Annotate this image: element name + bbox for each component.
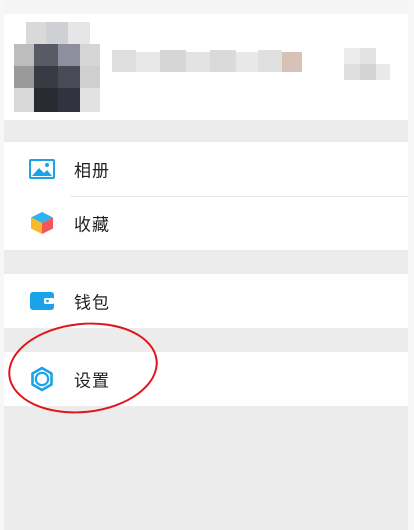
wallet-icon	[28, 287, 56, 315]
profile-qr-blurred[interactable]	[344, 48, 394, 88]
screen: 相册 收藏 钱包 设置	[0, 0, 414, 530]
cube-favorites-icon	[28, 209, 56, 237]
avatar[interactable]	[12, 22, 102, 114]
profile-card[interactable]	[4, 14, 408, 120]
top-strip	[0, 0, 414, 14]
photo-album-icon	[28, 155, 56, 183]
menu-group-wallet: 钱包	[4, 274, 408, 328]
menu-item-album[interactable]: 相册	[4, 142, 408, 196]
frame-right-edge	[408, 0, 414, 530]
menu-item-wallet[interactable]: 钱包	[4, 274, 408, 328]
menu-item-favorites[interactable]: 收藏	[4, 196, 408, 250]
menu-item-label: 相册	[74, 161, 110, 182]
profile-name-blurred	[112, 50, 342, 74]
gear-icon	[28, 365, 56, 393]
menu-item-label: 设置	[74, 371, 110, 392]
menu-group-settings: 设置	[4, 352, 408, 406]
menu-item-label: 收藏	[74, 215, 110, 236]
menu-item-label: 钱包	[74, 293, 110, 314]
menu-group-album-favorites: 相册 收藏	[4, 142, 408, 250]
menu-item-settings[interactable]: 设置	[4, 352, 408, 406]
